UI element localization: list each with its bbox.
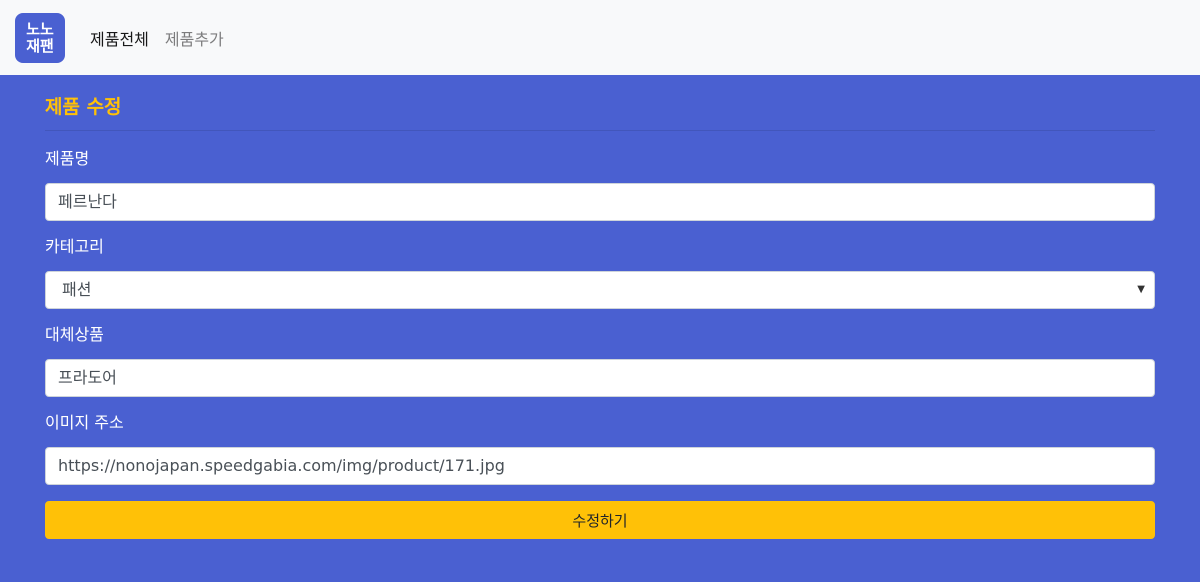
category-select-wrapper: 패션 ▼ bbox=[45, 271, 1155, 309]
main-content: 제품 수정 제품명 페르난다 카테고리 패션 ▼ 대체상품 프라도어 이미지 주… bbox=[0, 75, 1200, 539]
nav-link-add-product[interactable]: 제품추가 bbox=[165, 26, 224, 50]
category-select[interactable]: 패션 bbox=[45, 271, 1155, 309]
brand-logo[interactable]: 노노 재팬 bbox=[15, 12, 65, 63]
edit-product-form: 제품명 페르난다 카테고리 패션 ▼ 대체상품 프라도어 이미지 주소 http… bbox=[45, 147, 1155, 539]
product-name-input[interactable]: 페르난다 bbox=[45, 183, 1155, 221]
nav-link-all-products[interactable]: 제품전체 bbox=[90, 26, 149, 50]
product-name-label: 제품명 bbox=[45, 149, 90, 168]
category-label: 카테고리 bbox=[45, 237, 104, 256]
image-url-input[interactable]: https://nonojapan.speedgabia.com/img/pro… bbox=[45, 447, 1155, 485]
alternative-product-label: 대체상품 bbox=[45, 325, 104, 344]
logo-text-line1: 노노 bbox=[26, 19, 54, 38]
image-url-label: 이미지 주소 bbox=[45, 413, 124, 432]
alternative-product-input[interactable]: 프라도어 bbox=[45, 359, 1155, 397]
navbar: 노노 재팬 제품전체 제품추가 bbox=[0, 0, 1200, 75]
submit-edit-button[interactable]: 수정하기 bbox=[45, 501, 1155, 539]
nav-links: 제품전체 제품추가 bbox=[90, 26, 240, 50]
logo-text-line2: 재팬 bbox=[26, 36, 54, 55]
dropdown-caret-icon: ▼ bbox=[1137, 284, 1145, 295]
page-title: 제품 수정 bbox=[45, 75, 1155, 131]
